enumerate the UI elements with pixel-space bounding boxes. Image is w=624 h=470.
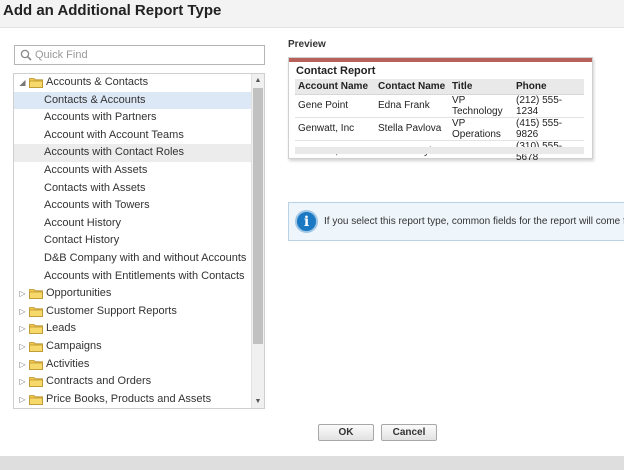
expand-arrow-icon[interactable]: ▷ [18,320,27,338]
tree-folder[interactable]: ▷ Contracts and Orders [14,373,252,391]
tree-folder[interactable]: ▷ Leads [14,320,252,338]
tree-item-label: Customer Support Reports [46,304,177,317]
folder-icon [29,288,43,300]
tree-list: ◢ Accounts & Contacts Contacts & Accounts A… [14,74,252,408]
table-cell: VP Technology [449,94,513,118]
folder-icon [29,376,43,387]
tree-item[interactable]: Accounts with Assets [14,162,252,180]
tree-folder[interactable]: ▷ Campaigns [14,338,252,356]
tree-folder[interactable]: ▷ Activities [14,356,252,374]
column-header: Account Name [295,79,375,95]
tree-item[interactable]: Accounts with Contact Roles [14,144,252,162]
tree-item-label: Accounts with Towers [44,199,150,212]
tree-item-label: Leads [46,322,76,335]
table-cell: Edna Frank [375,94,449,118]
column-header: Contact Name [375,79,449,95]
column-header: Phone [513,79,584,95]
tree-item-label: Opportunities [46,287,112,300]
preview-card: Contact Report Account Name Contact Name… [288,57,593,163]
expand-arrow-icon[interactable]: ▷ [18,373,27,391]
folder-icon [29,341,43,352]
expand-arrow-icon[interactable]: ▷ [18,391,27,408]
tree-item[interactable]: Account with Account Teams [14,127,252,145]
tree-item-label: Contacts with Assets [44,181,146,194]
tree-item[interactable]: Contact History [14,232,252,250]
table-cell: Stella Pavlova [375,117,449,141]
tree-item[interactable]: Accounts with Partners [14,109,252,127]
column-header: Title [449,79,513,95]
dialog-title: Add an Additional Report Type [3,2,222,19]
expand-arrow-icon[interactable]: ▷ [18,338,27,356]
collapse-arrow-icon[interactable]: ◢ [18,74,27,92]
tree-item-label: Accounts with Partners [44,111,157,124]
table-cell: (415) 555-9826 [513,117,584,141]
table-row: Gene Point Edna Frank VP Technology (212… [295,94,584,118]
tree-item-label: D&B Company with and without Accounts [44,251,247,264]
tree-item-label: Account with Account Teams [44,128,184,141]
expand-arrow-icon[interactable]: ▷ [18,285,27,303]
scroll-thumb[interactable] [253,88,263,344]
cancel-button[interactable]: Cancel [381,424,437,441]
dialog-header: Add an Additional Report Type [0,0,624,28]
tree-item-label: Activities [46,357,90,370]
quick-find-box[interactable] [14,45,265,65]
tree-item[interactable]: Accounts with Entitlements with Contacts [14,268,252,286]
tree-item-label: Account History [44,216,122,229]
report-title: Contact Report [296,65,376,77]
folder-icon [29,306,43,317]
preview-accent-bar [289,58,592,62]
tree-item-label: Accounts & Contacts [46,76,149,88]
search-icon [20,49,34,63]
folder-icon [29,359,43,370]
expand-arrow-icon[interactable]: ▷ [18,356,27,374]
report-type-tree: ◢ Accounts & Contacts Contacts & Accounts A… [13,73,265,409]
info-message: i If you select this report type, common… [288,202,624,241]
table-row: Genwatt, Inc Stella Pavlova VP Operation… [295,117,584,141]
tree-scrollbar[interactable]: ▲ ▼ [251,74,264,408]
tree-folder[interactable]: ▷ Opportunities [14,285,252,303]
tree-item-label: Contacts & Accounts [44,93,146,106]
table-footer [295,147,584,154]
tree-folder[interactable]: ▷ Price Books, Products and Assets [14,391,252,408]
tree-item-label: Contracts and Orders [46,375,152,388]
folder-icon [29,77,43,88]
tree-item-label: Accounts with Entitlements with Contacts [44,269,245,282]
folder-icon [29,323,43,335]
folder-icon [29,394,43,405]
scroll-up-arrow-icon[interactable]: ▲ [252,74,264,87]
table-header-row: Account Name Contact Name Title Phone [295,79,584,95]
info-text: If you select this report type, common f… [324,216,624,227]
info-icon: i [295,210,318,233]
table-cell: Genwatt, Inc [295,117,375,141]
tree-folder[interactable]: ▷ Customer Support Reports [14,303,252,321]
preview-label: Preview [288,39,326,50]
tree-item[interactable]: D&B Company with and without Accounts [14,250,252,268]
tree-item-label: Accounts with Assets [44,163,148,176]
quick-find-input[interactable] [35,47,261,63]
tree-item[interactable]: Contacts & Accounts [14,91,252,110]
tree-item-label: Price Books, Products and Assets [46,392,212,405]
tree-item-label: Contact History [44,234,120,247]
table-cell: VP Operations [449,117,513,141]
ok-button[interactable]: OK [318,424,374,441]
dialog-footer [0,456,624,470]
table-cell: Gene Point [295,94,375,118]
tree-folder[interactable]: ◢ Accounts & Contacts [14,74,252,92]
tree-item[interactable]: Accounts with Towers [14,197,252,215]
tree-item[interactable]: Contacts with Assets [14,180,252,198]
tree-item[interactable]: Account History [14,215,252,233]
expand-arrow-icon[interactable]: ▷ [18,303,27,321]
table-cell: (212) 555-1234 [513,94,584,118]
scroll-down-arrow-icon[interactable]: ▼ [252,395,264,408]
tree-item-label: Accounts with Contact Roles [44,146,185,159]
tree-item-label: Campaigns [46,339,102,352]
